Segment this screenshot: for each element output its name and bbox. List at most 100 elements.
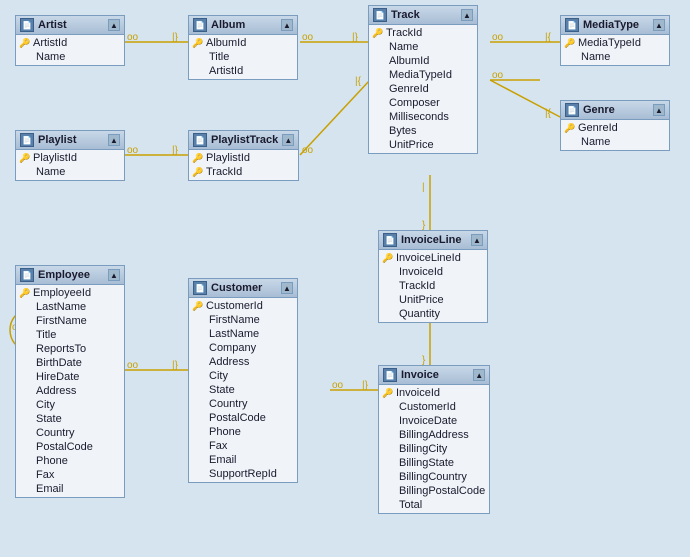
field-name: InvoiceId bbox=[399, 266, 443, 278]
field-row: Name bbox=[561, 135, 669, 149]
svg-text:oo: oo bbox=[492, 32, 504, 43]
field-row: PostalCode bbox=[189, 411, 297, 425]
field-name: LastName bbox=[209, 328, 259, 340]
field-name: PostalCode bbox=[209, 412, 266, 424]
table-playlist: 📄Playlist▲🔑PlaylistIdName bbox=[15, 130, 125, 181]
table-header-genre[interactable]: 📄Genre▲ bbox=[561, 101, 669, 120]
collapse-button[interactable]: ▲ bbox=[653, 104, 665, 116]
field-row: FirstName bbox=[16, 314, 124, 328]
table-body: 🔑PlaylistId🔑TrackId bbox=[189, 150, 298, 180]
table-employee: 📄Employee▲🔑EmployeeIdLastNameFirstNameTi… bbox=[15, 265, 125, 498]
collapse-button[interactable]: ▲ bbox=[108, 19, 120, 31]
table-playlisttrack: 📄PlaylistTrack▲🔑PlaylistId🔑TrackId bbox=[188, 130, 299, 181]
field-name: ArtistId bbox=[209, 65, 243, 77]
field-row: 🔑ArtistId bbox=[16, 36, 124, 50]
table-header-employee[interactable]: 📄 Employee ▲ bbox=[16, 266, 124, 285]
table-icon: 📄 bbox=[20, 268, 34, 282]
field-name: Address bbox=[209, 356, 249, 368]
field-name: Total bbox=[399, 499, 422, 511]
collapse-button[interactable]: ▲ bbox=[108, 269, 120, 281]
field-name: CustomerId bbox=[399, 401, 456, 413]
table-header-track[interactable]: 📄Track▲ bbox=[369, 6, 477, 25]
field-row: Total bbox=[379, 498, 489, 512]
primary-key-icon: 🔑 bbox=[193, 167, 203, 177]
field-name: TrackId bbox=[206, 166, 242, 178]
table-header-invoice[interactable]: 📄 Invoice ▲ bbox=[379, 366, 489, 385]
collapse-button[interactable]: ▲ bbox=[473, 369, 485, 381]
table-header-playlisttrack[interactable]: 📄PlaylistTrack▲ bbox=[189, 131, 298, 150]
field-name: City bbox=[209, 370, 228, 382]
table-icon: 📄 bbox=[383, 368, 397, 382]
field-name: Title bbox=[209, 51, 229, 63]
field-row: Name bbox=[561, 50, 669, 64]
collapse-button[interactable]: ▲ bbox=[471, 234, 483, 246]
svg-text:|{: |{ bbox=[355, 76, 362, 87]
table-title: Invoice bbox=[401, 369, 439, 381]
table-header-mediatype[interactable]: 📄MediaType▲ bbox=[561, 16, 669, 35]
table-title: PlaylistTrack bbox=[211, 134, 278, 146]
field-row: Fax bbox=[16, 468, 124, 482]
field-row: State bbox=[16, 412, 124, 426]
table-title: Genre bbox=[583, 104, 615, 116]
field-row: BillingAddress bbox=[379, 428, 489, 442]
table-header-artist[interactable]: 📄Artist▲ bbox=[16, 16, 124, 35]
primary-key-icon: 🔑 bbox=[193, 153, 203, 163]
field-name: UnitPrice bbox=[399, 294, 444, 306]
collapse-button[interactable]: ▲ bbox=[653, 19, 665, 31]
table-header-playlist[interactable]: 📄Playlist▲ bbox=[16, 131, 124, 150]
field-row: Address bbox=[189, 355, 297, 369]
table-icon: 📄 bbox=[193, 281, 207, 295]
field-row: Title bbox=[189, 50, 297, 64]
field-name: Fax bbox=[36, 469, 54, 481]
collapse-button[interactable]: ▲ bbox=[461, 9, 473, 21]
erd-canvas: oo |} oo |} oo |{ oo |{ oo |} oo |{ | } … bbox=[0, 0, 690, 557]
field-row: 🔑EmployeeId bbox=[16, 286, 124, 300]
table-body: 🔑ArtistIdName bbox=[16, 35, 124, 65]
field-row: InvoiceId bbox=[379, 265, 487, 279]
svg-text:|: | bbox=[422, 182, 425, 193]
table-title: InvoiceLine bbox=[401, 234, 462, 246]
table-header-invoiceline[interactable]: 📄InvoiceLine▲ bbox=[379, 231, 487, 250]
table-header-customer[interactable]: 📄Customer▲ bbox=[189, 279, 297, 298]
field-name: BillingState bbox=[399, 457, 454, 469]
svg-text:|}: |} bbox=[172, 32, 179, 43]
field-row: InvoiceDate bbox=[379, 414, 489, 428]
table-header-album[interactable]: 📄Album▲ bbox=[189, 16, 297, 35]
collapse-button[interactable]: ▲ bbox=[281, 19, 293, 31]
field-row: TrackId bbox=[379, 279, 487, 293]
field-row: Address bbox=[16, 384, 124, 398]
field-row: FirstName bbox=[189, 313, 297, 327]
svg-text:oo: oo bbox=[302, 145, 314, 156]
table-invoice: 📄Invoice▲🔑InvoiceIdCustomerIdInvoiceDate… bbox=[378, 365, 490, 514]
field-row: Email bbox=[16, 482, 124, 496]
collapse-button[interactable]: ▲ bbox=[108, 134, 120, 146]
field-name: FirstName bbox=[209, 314, 260, 326]
field-name: InvoiceDate bbox=[399, 415, 457, 427]
table-title: Playlist bbox=[38, 134, 77, 146]
field-name: TrackId bbox=[386, 27, 422, 39]
table-body: 🔑CustomerIdFirstNameLastNameCompanyAddre… bbox=[189, 298, 297, 482]
table-customer: 📄Customer▲🔑CustomerIdFirstNameLastNameCo… bbox=[188, 278, 298, 483]
field-name: Name bbox=[581, 51, 610, 63]
field-row: LastName bbox=[16, 300, 124, 314]
field-name: City bbox=[36, 399, 55, 411]
field-name: FirstName bbox=[36, 315, 87, 327]
field-row: Phone bbox=[189, 425, 297, 439]
field-row: UnitPrice bbox=[369, 138, 477, 152]
field-row: Composer bbox=[369, 96, 477, 110]
primary-key-icon: 🔑 bbox=[373, 28, 383, 38]
field-name: ReportsTo bbox=[36, 343, 86, 355]
field-name: HireDate bbox=[36, 371, 79, 383]
table-title: Employee bbox=[38, 269, 90, 281]
field-row: City bbox=[189, 369, 297, 383]
table-genre: 📄Genre▲🔑GenreIdName bbox=[560, 100, 670, 151]
table-icon: 📄 bbox=[20, 18, 34, 32]
collapse-button[interactable]: ▲ bbox=[282, 134, 294, 146]
field-row: 🔑TrackId bbox=[369, 26, 477, 40]
primary-key-icon: 🔑 bbox=[565, 123, 575, 133]
field-name: Email bbox=[36, 483, 64, 495]
collapse-button[interactable]: ▲ bbox=[281, 282, 293, 294]
field-row: Fax bbox=[189, 439, 297, 453]
field-row: AlbumId bbox=[369, 54, 477, 68]
svg-text:|}: |} bbox=[362, 380, 369, 391]
